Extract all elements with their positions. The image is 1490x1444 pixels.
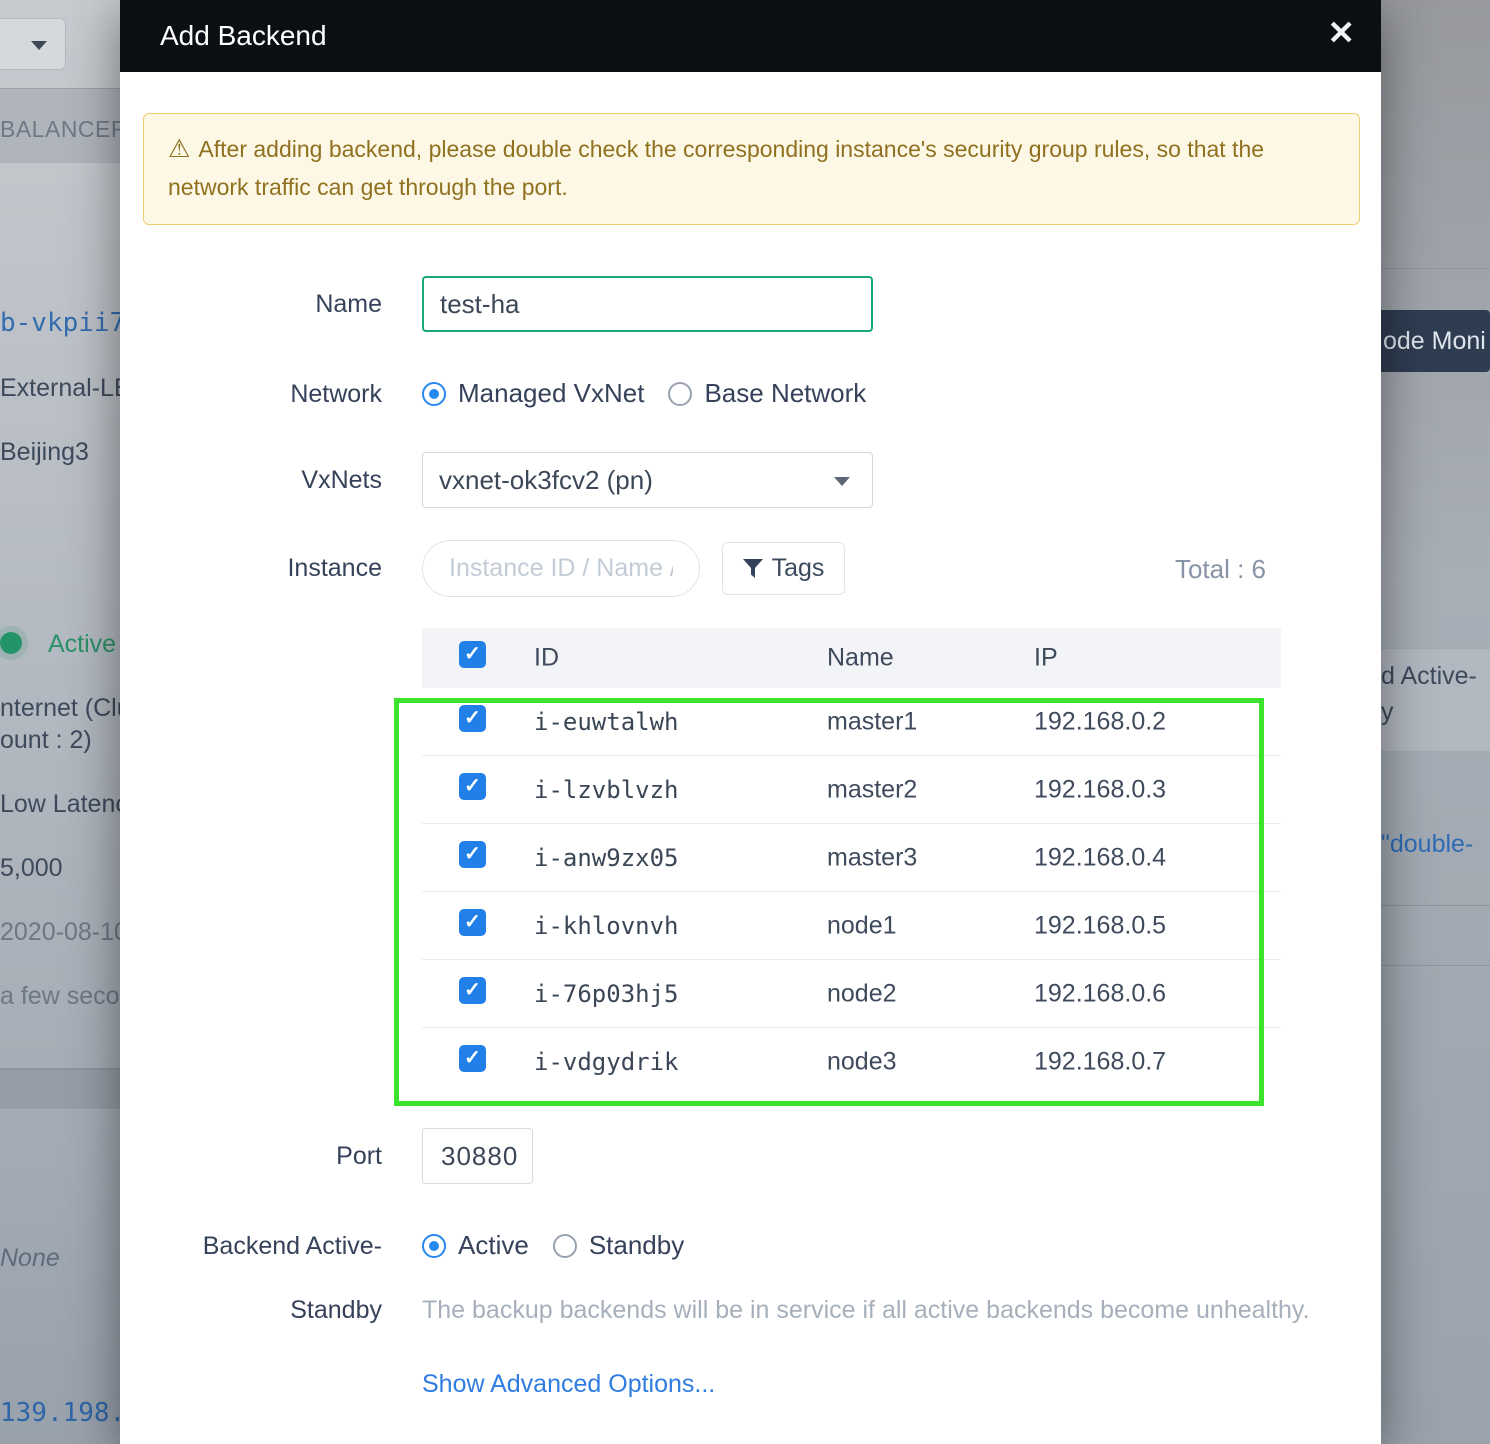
instance-ip: 192.168.0.6 [1034,979,1166,1008]
standby-hint-text: The backup backends will be in service i… [422,1296,1342,1325]
bg-created-date: 2020-08-10 [0,918,120,947]
bg-card-gap [0,1068,120,1110]
modal-title: Add Backend [160,20,327,52]
port-label: Port [120,1142,382,1171]
bg-performance: Low Latency [0,790,120,819]
table-row[interactable]: i-khlovnvh node1 192.168.0.5 [422,892,1281,960]
modal-header: Add Backend ✕ [120,0,1381,72]
show-advanced-options-link[interactable]: Show Advanced Options... [422,1370,715,1399]
total-count: Total : 6 [1056,554,1266,585]
instance-id: i-lzvblvzh [534,776,679,804]
radio-standby-label[interactable]: Standby [589,1230,684,1260]
select-all-checkbox[interactable] [459,641,486,668]
row-checkbox[interactable] [459,705,486,732]
instance-name: master2 [827,775,917,804]
instance-ip: 192.168.0.5 [1034,911,1166,940]
bg-double-check-text: "double- [1381,830,1473,859]
instance-ip: 192.168.0.3 [1034,775,1166,804]
tags-button-label: Tags [772,554,825,583]
radio-active[interactable] [422,1234,446,1258]
table-row[interactable]: i-euwtalwh master1 192.168.0.2 [422,688,1281,756]
column-header-name: Name [827,644,894,673]
radio-managed-vxnet-label[interactable]: Managed VxNet [458,378,644,408]
instance-id: i-euwtalwh [534,708,679,736]
chevron-down-icon [31,41,47,50]
add-backend-modal: Add Backend ✕ ⚠After adding backend, ple… [120,0,1381,1444]
instance-label: Instance [120,554,382,583]
instance-id: i-anw9zx05 [534,844,679,872]
radio-base-network[interactable] [668,382,692,406]
vxnets-selected-value: vxnet-ok3fcv2 (pn) [439,465,653,496]
tags-filter-button[interactable]: Tags [722,542,845,595]
status-dot-icon [0,632,22,654]
backend-active-standby-label-line2: Standby [120,1296,382,1325]
bg-loadbalancer-id-link: b-vkpii7 [0,308,120,338]
instance-name: master1 [827,707,917,736]
instance-table-header: ID Name IP [422,628,1281,688]
bg-network-type-line2: ount : 2) [0,726,92,755]
warning-text: After adding backend, please double chec… [168,136,1264,200]
instance-ip: 192.168.0.2 [1034,707,1166,736]
close-icon[interactable]: ✕ [1327,10,1355,56]
bg-status-badge: Active [48,630,116,659]
instance-ip: 192.168.0.7 [1034,1048,1166,1077]
instance-search-input[interactable] [422,540,700,597]
background-right-strip: ode Moni d Active- y "double- [1381,0,1490,1444]
bg-network-type-line1: nternet (Clu [0,694,120,723]
bg-active-standby-line1: d Active- [1381,662,1477,691]
bg-balancers-heading: BALANCERS [0,116,120,143]
radio-active-label[interactable]: Active [458,1230,529,1260]
bg-divider [1381,965,1490,966]
instance-table: ID Name IP i-euwtalwh master1 192.168.0.… [422,628,1281,1096]
vxnets-select[interactable]: vxnet-ok3fcv2 (pn) [422,452,873,508]
background-left-strip: BALANCERS b-vkpii7 External-LB Beijing3 … [0,0,120,1444]
instance-ip: 192.168.0.4 [1034,843,1166,872]
table-row[interactable]: i-lzvblvzh master2 192.168.0.3 [422,756,1281,824]
instance-name: node1 [827,911,897,940]
instance-id: i-vdgydrik [534,1048,679,1076]
vxnets-label: VxNets [120,466,382,495]
name-label: Name [120,290,382,319]
radio-base-network-label[interactable]: Base Network [704,378,866,408]
instance-name: node2 [827,979,897,1008]
bg-divider [1381,268,1490,269]
network-label: Network [120,380,382,409]
instance-id: i-76p03hj5 [534,980,679,1008]
name-input[interactable] [422,276,873,332]
row-checkbox[interactable] [459,773,486,800]
row-checkbox[interactable] [459,977,486,1004]
instance-name: master3 [827,843,917,872]
table-row[interactable]: i-76p03hj5 node2 192.168.0.6 [422,960,1281,1028]
row-checkbox[interactable] [459,909,486,936]
radio-managed-vxnet[interactable] [422,382,446,406]
backend-radio-group: Active Standby [422,1230,708,1261]
bg-capacity: 5,000 [0,854,63,883]
bg-ip-link: 139.198.1 [0,1398,120,1428]
bg-node-monitor-button: ode Moni [1381,310,1490,372]
column-header-id: ID [534,644,559,673]
bg-divider [1381,905,1490,906]
warning-icon: ⚠ [168,135,190,163]
instance-id: i-khlovnvh [534,912,679,940]
bg-active-standby-line2: y [1381,698,1394,727]
bg-elapsed-time: a few second [0,982,120,1011]
chevron-down-icon [834,477,850,486]
table-row[interactable]: i-anw9zx05 master3 192.168.0.4 [422,824,1281,892]
bg-loadbalancer-name: External-LB [0,374,120,403]
row-checkbox[interactable] [459,1045,486,1072]
table-row[interactable]: i-vdgydrik node3 192.168.0.7 [422,1028,1281,1096]
warning-banner: ⚠After adding backend, please double che… [143,113,1360,225]
instance-name: node3 [827,1048,897,1077]
radio-standby[interactable] [553,1234,577,1258]
backend-active-standby-label-line1: Backend Active- [120,1232,382,1261]
bg-zone: Beijing3 [0,438,89,467]
bg-none-value: None [0,1244,60,1273]
bg-dropdown-button [0,18,66,70]
column-header-ip: IP [1034,644,1058,673]
port-input[interactable] [422,1128,533,1184]
row-checkbox[interactable] [459,841,486,868]
network-radio-group: Managed VxNet Base Network [422,378,890,409]
funnel-icon [743,559,763,578]
